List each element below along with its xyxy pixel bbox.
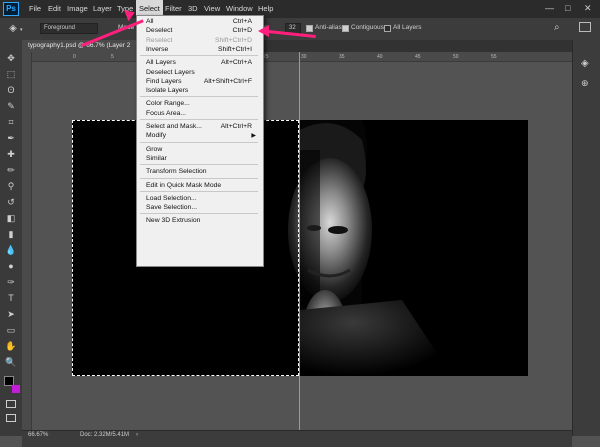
menu-item-label: New 3D Extrusion xyxy=(146,217,201,225)
menu-item-label: Isolate Layers xyxy=(146,87,189,95)
menu-item-label: Find Layers xyxy=(146,77,182,85)
guide-line[interactable] xyxy=(299,52,300,430)
menu-item-shortcut: Shift+Ctrl+I xyxy=(218,45,252,53)
menu-layer[interactable]: Layer xyxy=(93,0,112,18)
menu-item-label: Save Selection... xyxy=(146,204,198,212)
menu-item-isolate-layers[interactable]: Isolate Layers xyxy=(146,86,258,96)
move-tool-icon[interactable]: ✥ xyxy=(4,52,18,64)
dodge-tool-icon[interactable]: ● xyxy=(4,260,18,272)
gradient-tool-icon[interactable]: ▮ xyxy=(4,228,18,240)
lasso-tool-icon[interactable]: ʘ xyxy=(4,84,18,96)
ruler-tick-label: 45 xyxy=(415,54,421,60)
menu-file[interactable]: File xyxy=(29,0,41,18)
menu-item-label: Modify xyxy=(146,132,167,140)
menu-item-label: All Layers xyxy=(146,59,176,67)
rectangle-tool-icon[interactable]: ▭ xyxy=(4,324,18,336)
hand-tool-icon[interactable]: ✋ xyxy=(4,340,18,352)
status-chevron-icon[interactable]: › xyxy=(136,432,138,438)
submenu-arrow-icon: ▶ xyxy=(251,133,256,140)
menu-item-modify[interactable]: Modify ▶ xyxy=(146,131,258,141)
ruler-tick-label: 0 xyxy=(73,54,76,60)
pen-tool-icon[interactable]: ✑ xyxy=(4,276,18,288)
menu-separator xyxy=(140,119,258,120)
menu-item-label: Select and Mask... xyxy=(146,123,202,130)
menu-item-label: Transform Selection xyxy=(146,168,207,176)
close-button[interactable]: ✕ xyxy=(584,3,592,14)
menu-bar xyxy=(0,0,600,18)
menu-item-label: Inverse xyxy=(146,45,169,53)
search-icon[interactable]: ⌕ xyxy=(554,22,560,33)
menu-item-save-selection[interactable]: Save Selection... xyxy=(146,203,258,213)
menu-item-edit-in-quick-mask-mode[interactable]: Edit in Quick Mask Mode xyxy=(146,181,258,191)
annotation-arrow-head xyxy=(258,25,269,37)
anti-alias-checkbox[interactable] xyxy=(306,25,313,32)
doc-size: Doc: 2.32M/5.41M xyxy=(80,432,130,438)
menu-image[interactable]: Image xyxy=(67,0,88,18)
contiguous-checkbox[interactable] xyxy=(342,25,349,32)
menu-separator xyxy=(140,164,258,166)
menu-separator xyxy=(140,213,258,215)
screen-mode-icon[interactable] xyxy=(6,414,16,422)
menu-item-transform-selection[interactable]: Transform Selection xyxy=(146,167,258,177)
ruler-tick-label: 40 xyxy=(377,54,383,60)
ruler-tick-label: 35 xyxy=(339,54,345,60)
menu-item-focus-area[interactable]: Focus Area... xyxy=(146,109,258,119)
menu-edit[interactable]: Edit xyxy=(48,0,61,18)
workspace-icon[interactable] xyxy=(579,22,591,32)
quick-select-tool-icon[interactable]: ✎ xyxy=(4,100,18,112)
menu-separator xyxy=(140,141,258,143)
zoom-level[interactable]: 66.67% xyxy=(28,432,48,438)
quick-mask-icon[interactable] xyxy=(6,400,16,408)
menu-separator xyxy=(140,190,258,192)
menu-item-label: All xyxy=(146,18,154,25)
eyedropper-tool-icon[interactable]: ✒ xyxy=(4,132,18,144)
menu-separator xyxy=(140,177,258,179)
menu-item-label: Similar xyxy=(146,154,167,162)
menu-separator xyxy=(140,55,258,57)
zoom-tool-icon[interactable]: 🔍 xyxy=(4,356,18,368)
menu-item-label: Edit in Quick Mask Mode xyxy=(146,181,222,189)
layers-panel-icon[interactable]: ◈ xyxy=(581,58,589,69)
path-select-tool-icon[interactable]: ➤ xyxy=(4,308,18,320)
horizontal-ruler[interactable] xyxy=(22,52,572,62)
menu-item-label: Grow xyxy=(146,145,163,153)
crop-tool-icon[interactable]: ⌗ xyxy=(4,116,18,128)
fill-source-select[interactable]: Foreground xyxy=(40,23,98,34)
menu-item-label: Focus Area... xyxy=(146,109,187,117)
contiguous-label: Contiguous xyxy=(351,24,384,31)
menu-item-label: Color Range... xyxy=(146,100,190,108)
all-layers-label: All Layers xyxy=(393,24,422,31)
maximize-button[interactable]: □ xyxy=(565,3,570,13)
eraser-tool-icon[interactable]: ◧ xyxy=(4,212,18,224)
panel-icon[interactable]: ⊕ xyxy=(581,78,589,89)
type-tool-icon[interactable]: T xyxy=(4,292,18,304)
healing-tool-icon[interactable]: ✚ xyxy=(4,148,18,160)
ruler-tick-label: 5 xyxy=(111,54,114,60)
clone-tool-icon[interactable]: ⚲ xyxy=(4,180,18,192)
menu-item-new-3d-extrusion[interactable]: New 3D Extrusion xyxy=(146,216,258,226)
photoshop-logo: Ps xyxy=(3,2,19,16)
menu-item-inverse[interactable]: Inverse Shift+Ctrl+I xyxy=(146,45,258,55)
blur-tool-icon[interactable]: 💧 xyxy=(4,244,18,256)
ruler-tick-label: 50 xyxy=(453,54,459,60)
ruler-tick-label: 55 xyxy=(491,54,497,60)
all-layers-checkbox[interactable] xyxy=(384,25,391,32)
paint-bucket-icon[interactable]: ◈ xyxy=(6,22,20,36)
minimize-button[interactable]: — xyxy=(545,3,554,13)
history-brush-tool-icon[interactable]: ↺ xyxy=(4,196,18,208)
menu-item-similar[interactable]: Similar xyxy=(146,154,258,164)
menu-item-label: Deselect Layers xyxy=(146,68,195,76)
menu-separator xyxy=(140,96,258,98)
tool-preset-chevron-icon[interactable]: ▾ xyxy=(20,27,23,33)
brush-tool-icon[interactable]: ✏ xyxy=(4,164,18,176)
ruler-tick-label: 30 xyxy=(301,54,307,60)
menu-item-label: Deselect xyxy=(146,27,173,35)
anti-alias-label: Anti-alias xyxy=(315,24,342,31)
menu-item-label: Reselect xyxy=(146,36,173,44)
vertical-ruler[interactable] xyxy=(22,52,32,430)
marquee-tool-icon[interactable]: ⬚ xyxy=(4,68,18,80)
quick-mask-indicator xyxy=(12,385,20,393)
menu-item-label: Load Selection... xyxy=(146,194,197,202)
panel-dock xyxy=(572,40,600,436)
